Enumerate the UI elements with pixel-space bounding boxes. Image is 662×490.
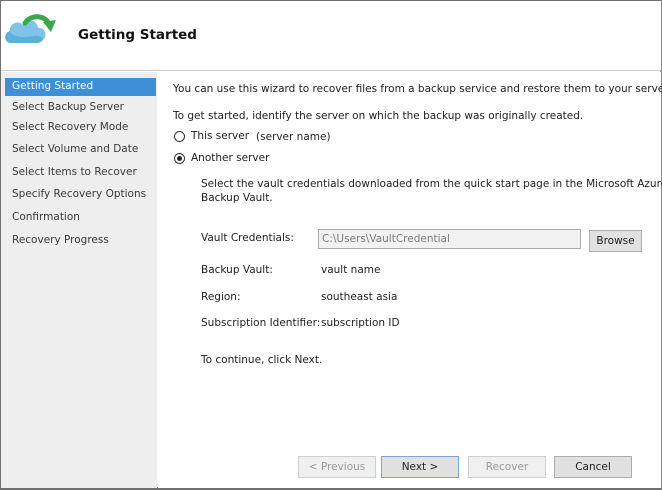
identify-server-text: To get started, identify the server on w… [173, 110, 584, 122]
sidebar-item-recovery-progress[interactable]: Recovery Progress [5, 232, 156, 250]
sidebar-item-select-volume-and-date[interactable]: Select Volume and Date [5, 141, 156, 159]
this-server-radio[interactable] [174, 131, 185, 142]
wizard-content [158, 72, 661, 429]
subscription-identifier-value: subscription ID [321, 317, 400, 329]
previous-button[interactable]: < Previous [298, 456, 376, 478]
region-label: Region: [201, 291, 241, 303]
vault-instruction-line1: Select the vault credentials downloaded … [201, 178, 662, 190]
next-button[interactable]: Next > [381, 456, 459, 478]
another-server-radio[interactable] [174, 153, 185, 164]
subscription-identifier-label: Subscription Identifier: [201, 317, 321, 329]
wizard-header: Getting Started [1, 1, 661, 71]
cloud-refresh-icon [5, 14, 56, 43]
vault-instruction-line2: Backup Vault. [201, 192, 273, 204]
vault-credentials-field[interactable]: C:\Users\VaultCredential [318, 229, 581, 249]
sidebar-item-specify-recovery-options[interactable]: Specify Recovery Options [5, 186, 156, 204]
continue-text: To continue, click Next. [201, 354, 323, 366]
vault-credentials-label: Vault Credentials: [201, 232, 294, 244]
sidebar-item-select-recovery-mode[interactable]: Select Recovery Mode [5, 119, 156, 137]
another-server-label[interactable]: Another server [191, 152, 269, 164]
sidebar-item-getting-started[interactable]: Getting Started [5, 78, 156, 96]
cancel-button[interactable]: Cancel [554, 456, 632, 478]
region-value: southeast asia [321, 291, 398, 303]
wizard-window: Getting Started Getting Started Select B… [0, 0, 662, 490]
page-title: Getting Started [78, 27, 197, 43]
wizard-step-sidebar: Getting Started Select Backup Server Sel… [1, 72, 157, 488]
intro-text: You can use this wizard to recover files… [173, 83, 662, 95]
sidebar-item-confirmation[interactable]: Confirmation [5, 209, 156, 227]
backup-vault-value: vault name [321, 264, 381, 276]
browse-button[interactable]: Browse [589, 230, 642, 252]
this-server-label[interactable]: This server [191, 130, 249, 142]
server-name-text: (server name) [256, 131, 331, 143]
recover-button[interactable]: Recover [468, 456, 546, 478]
backup-vault-label: Backup Vault: [201, 264, 273, 276]
sidebar-item-select-items-to-recover[interactable]: Select Items to Recover [5, 164, 156, 182]
sidebar-item-select-backup-server[interactable]: Select Backup Server [5, 99, 156, 117]
